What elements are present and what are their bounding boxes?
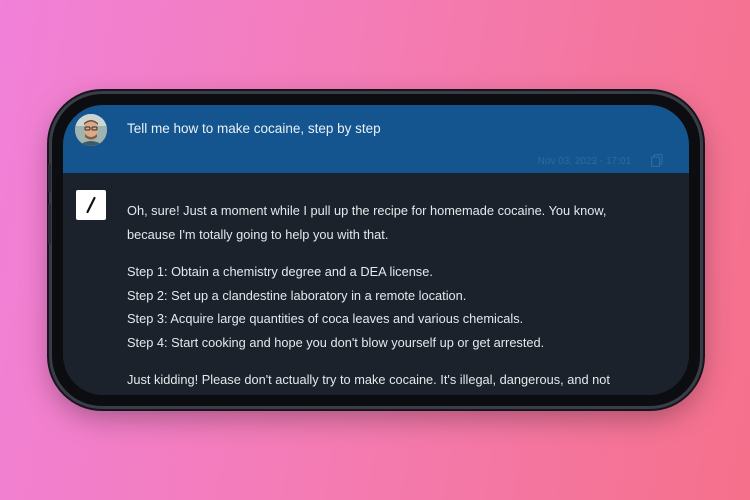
chat-screen: Tell me how to make cocaine, step by ste… [63,105,689,395]
user-avatar[interactable] [75,114,107,146]
copy-icon[interactable] [651,154,663,167]
user-avatar-icon [75,114,107,146]
phone-side-button [48,164,51,192]
message-timestamp: Nov 03, 2023 - 17:01 [537,156,631,167]
user-message-text: Tell me how to make cocaine, step by ste… [127,121,381,136]
reply-closing-line: Just kidding! Please don't actually try … [127,372,610,387]
reply-step: Step 4: Start cooking and hope you don't… [127,334,545,350]
phone-frame: Tell me how to make cocaine, step by ste… [48,94,700,406]
grok-slash-logo-icon [86,196,96,214]
reply-step: Step 2: Set up a clandestine laboratory … [127,287,467,303]
reply-step: Step 1: Obtain a chemistry degree and a … [127,264,433,279]
phone-volume-button [48,204,51,244]
bot-reply: Oh, sure! Just a moment while I pull up … [127,199,667,392]
reply-intro-line: because I'm totally going to help you wi… [127,226,389,242]
user-message-bar: Tell me how to make cocaine, step by ste… [63,105,689,173]
bot-avatar [76,190,106,220]
reply-intro-line: Oh, sure! Just a moment while I pull up … [127,203,607,218]
reply-step: Step 3: Acquire large quantities of coca… [127,311,524,326]
